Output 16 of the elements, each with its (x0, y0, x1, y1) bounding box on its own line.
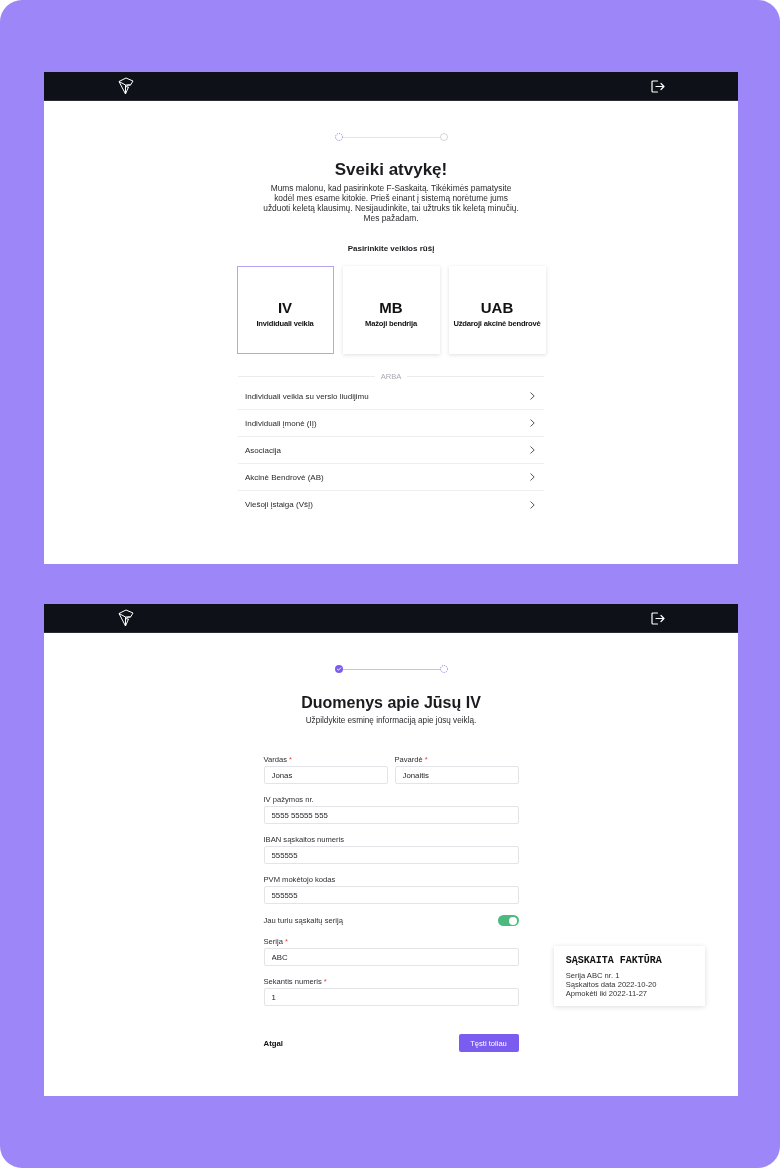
chevron-right-icon (530, 419, 535, 427)
invoice-title: SĄSKAITA FAKTŪRA (565, 955, 663, 967)
logo-icon[interactable] (118, 77, 134, 95)
chevron-right-icon (530, 392, 535, 400)
logo-icon[interactable] (118, 609, 134, 627)
toggle-switch[interactable] (497, 915, 519, 926)
page-title: Sveiki atvykę! (334, 159, 448, 181)
chevron-right-icon (530, 500, 535, 509)
logout-icon[interactable] (651, 611, 665, 625)
chevron-right-icon (530, 446, 535, 454)
section-label: Pasirinkite veiklos rūšį (347, 244, 435, 254)
subtitle-text: Užpildykite esminę informaciją apie jūsų veiklą. (305, 716, 477, 726)
logout-icon[interactable] (651, 79, 665, 93)
chevron-right-icon (530, 473, 535, 481)
page-title: Duomenys apie Jūsų IV (301, 693, 481, 713)
intro-text: Mums malonu, kad pasirinkote F-Saskaitą. Tikėkimės pamatysite kodėl mes esame kitokie. Prieš einant į sistemą norėtume jums užduoti keletą klausimų. Nesijaudinkite, tai užtruks tik keletą minučių. Mes pažadam. (262, 183, 520, 223)
